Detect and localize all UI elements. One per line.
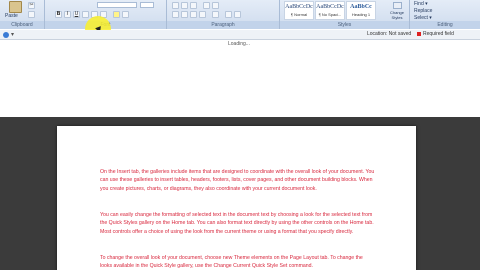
paragraph-group: Paragraph bbox=[167, 0, 280, 29]
paste-icon[interactable] bbox=[9, 1, 22, 13]
strikethrough-button[interactable] bbox=[82, 11, 89, 18]
clipboard-group: Paste ✂ Clipboard bbox=[0, 0, 45, 29]
required-field-icon bbox=[417, 31, 421, 36]
loading-text: Loading... bbox=[228, 41, 250, 47]
highlight-color-button[interactable] bbox=[113, 11, 120, 18]
style-sample: AaBbCcDc bbox=[316, 4, 344, 10]
document-paragraph[interactable]: You can easily change the formatting of … bbox=[100, 211, 375, 236]
location-text: Location: Not saved bbox=[367, 31, 412, 37]
word-window: Paste ✂ Clipboard B I U Font bbox=[0, 0, 480, 270]
copy-icon[interactable] bbox=[28, 11, 35, 18]
shading-button[interactable] bbox=[225, 11, 232, 18]
required-field-label: Required field bbox=[423, 31, 454, 37]
decrease-indent-button[interactable] bbox=[203, 2, 210, 9]
bold-button[interactable]: B bbox=[55, 11, 62, 18]
document-page[interactable]: On the Insert tab, the galleries include… bbox=[57, 126, 416, 270]
editing-group: Find ▾ Replace Select ▾ Editing bbox=[410, 0, 480, 29]
find-button[interactable]: Find ▾ bbox=[414, 1, 428, 7]
clipboard-group-label: Clipboard bbox=[0, 21, 44, 29]
align-left-button[interactable] bbox=[172, 11, 179, 18]
editing-group-label: Editing bbox=[410, 21, 480, 29]
chevron-down-icon[interactable]: ▾ bbox=[11, 31, 14, 38]
paragraph-group-label: Paragraph bbox=[167, 21, 279, 29]
replace-button[interactable]: Replace bbox=[414, 8, 432, 14]
required-field-indicator: Required field bbox=[417, 31, 454, 37]
document-info-bar: ▾ Location: Not saved Required field bbox=[0, 30, 480, 40]
document-paragraph[interactable]: On the Insert tab, the galleries include… bbox=[100, 168, 375, 193]
align-center-button[interactable] bbox=[181, 11, 188, 18]
borders-button[interactable] bbox=[234, 11, 241, 18]
style-sample: AaBbCc bbox=[350, 4, 372, 10]
increase-indent-button[interactable] bbox=[212, 2, 219, 9]
style-heading-1-tile[interactable]: AaBbCc Heading 1 bbox=[346, 1, 376, 20]
styles-group: AaBbCcDc ¶ Normal AaBbCcDc ¶ No Spaci...… bbox=[280, 0, 410, 29]
ribbon: Paste ✂ Clipboard B I U Font bbox=[0, 0, 480, 29]
globe-icon[interactable] bbox=[3, 32, 9, 38]
document-paragraph[interactable]: To change the overall look of your docum… bbox=[100, 254, 375, 270]
multilevel-list-button[interactable] bbox=[190, 2, 197, 9]
paste-button[interactable]: Paste bbox=[5, 13, 18, 19]
line-spacing-button[interactable] bbox=[212, 11, 219, 18]
styles-group-label: Styles bbox=[280, 21, 409, 29]
style-no-spacing-tile[interactable]: AaBbCcDc ¶ No Spaci... bbox=[315, 1, 345, 20]
change-styles-label: Change Styles bbox=[389, 10, 404, 20]
cut-icon[interactable]: ✂ bbox=[28, 2, 35, 9]
style-name: ¶ No Spaci... bbox=[318, 12, 342, 17]
justify-button[interactable] bbox=[199, 11, 206, 18]
style-name: ¶ Normal bbox=[290, 12, 308, 17]
align-right-button[interactable] bbox=[190, 11, 197, 18]
change-styles-button[interactable]: Change Styles bbox=[388, 2, 406, 20]
font-name-select[interactable] bbox=[97, 2, 137, 8]
numbering-button[interactable] bbox=[181, 2, 188, 9]
underline-button[interactable]: U bbox=[73, 11, 80, 18]
bullets-button[interactable] bbox=[172, 2, 179, 9]
style-sample: AaBbCcDc bbox=[285, 4, 313, 10]
change-styles-icon bbox=[392, 2, 402, 9]
font-color-button[interactable] bbox=[122, 11, 129, 18]
italic-button[interactable]: I bbox=[64, 11, 71, 18]
font-size-select[interactable] bbox=[140, 2, 154, 8]
style-normal-tile[interactable]: AaBbCcDc ¶ Normal bbox=[284, 1, 314, 20]
document-properties-panel bbox=[0, 40, 480, 117]
style-name: Heading 1 bbox=[351, 12, 371, 17]
